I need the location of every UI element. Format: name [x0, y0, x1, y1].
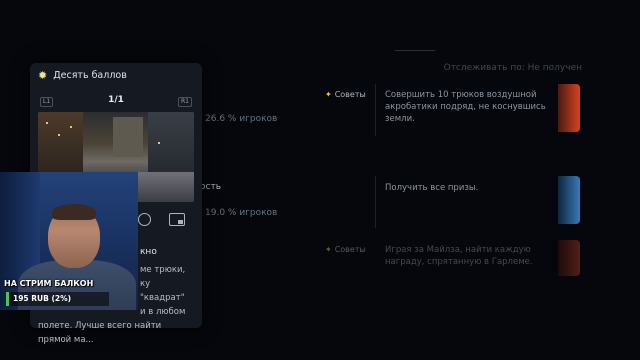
tips-badge[interactable]: ✦ Советы: [325, 245, 366, 254]
r1-button[interactable]: R1: [178, 97, 192, 107]
trophy-row[interactable]: ✦ Советы Играя за Майлза, найти каждую н…: [200, 240, 580, 280]
trophy-description: Совершить 10 трюков воздушной акробатики…: [385, 90, 546, 124]
donation-bar: 195 RUB (2%): [6, 292, 109, 306]
tip-title: кно: [140, 247, 157, 257]
page-indicator: 1/1: [108, 95, 124, 105]
tips-label: Советы: [334, 245, 366, 254]
rewind-10-icon[interactable]: [138, 213, 151, 226]
tips-badge[interactable]: ✦ Советы: [325, 90, 366, 99]
panel-header: ✹ Десять баллов: [38, 69, 127, 82]
trophy-description: Получить все призы.: [385, 183, 479, 193]
tip-line: полете. Лучше всего найти прямой ма...: [38, 321, 162, 345]
trophy-thumbnail: [558, 84, 580, 132]
lightbulb-icon: ✹: [38, 69, 48, 82]
trophy-thumbnail: [558, 240, 580, 276]
row-divider: [375, 84, 376, 136]
panel-title: Десять баллов: [53, 70, 127, 81]
video-light: [58, 134, 60, 136]
lightbulb-icon: ✦: [325, 245, 332, 254]
video-light: [70, 126, 72, 128]
video-building: [38, 112, 83, 177]
webcam-overlay: [0, 172, 138, 310]
video-light: [158, 142, 160, 144]
trophy-thumbnail: [558, 176, 580, 224]
media-controls: [138, 213, 185, 226]
picture-in-picture-icon[interactable]: [169, 213, 185, 226]
webcam-person-hair: [52, 204, 96, 220]
video-light: [46, 122, 48, 124]
trophy-title: ость: [200, 182, 222, 192]
video-building: [113, 117, 143, 157]
stream-caption: НА СТРИМ БАЛКОН: [4, 279, 94, 288]
trophy-row[interactable]: 26.6 % игроков ✦ Советы Совершить 10 трю…: [200, 84, 580, 136]
header-divider: [395, 50, 435, 51]
tips-label: Советы: [334, 90, 366, 99]
trophy-row[interactable]: ость 19.0 % игроков Получить все призы.: [200, 176, 580, 228]
trophy-percent: 19.0 % игроков: [205, 208, 278, 218]
trophy-description: Играя за Майлза, найти каждую награду, с…: [385, 245, 533, 267]
lightbulb-icon: ✦: [325, 90, 332, 99]
row-divider: [375, 176, 376, 228]
filter-label[interactable]: Отслеживать по: Не получен: [444, 63, 582, 73]
trophy-percent: 26.6 % игроков: [205, 114, 278, 124]
